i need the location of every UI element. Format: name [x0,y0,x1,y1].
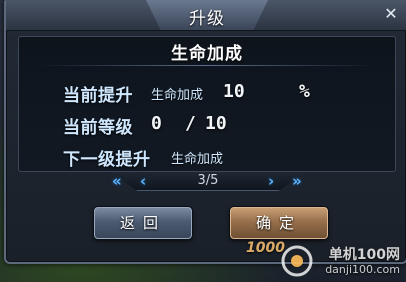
confirm-button[interactable]: 确定 [230,207,328,239]
level-separator: / [185,113,196,134]
current-boost-value: 10 [223,81,245,102]
next-boost-stat: 生命加成 [171,152,224,167]
max-level-value: 10 [205,113,227,134]
back-button[interactable]: 返回 [94,207,192,239]
double-chevron-left-icon[interactable]: « [112,172,122,190]
chevron-right-icon[interactable]: › [268,172,274,190]
watermark-brand: 单机100网 [328,247,400,263]
dialog-title: 升级 [189,9,225,29]
chevron-left-icon[interactable]: ‹ [140,172,146,190]
current-boost-unit: % [299,81,310,102]
close-icon[interactable]: ✕ [382,5,400,23]
upgrade-dialog: 升级 ✕ 生命加成 当前提升 生命加成 10 % 当前等级 0 / 10 下一级… [4,0,406,264]
panel-title: 生命加成 [171,44,243,64]
current-level-label: 当前等级 [63,118,133,138]
page-indicator: 3/5 [197,173,219,188]
info-panel: 生命加成 当前提升 生命加成 10 % 当前等级 0 / 10 下一级提升 生命… [18,36,396,172]
panel-divider [39,65,375,66]
current-boost-stat: 生命加成 [151,88,204,103]
current-level-value: 0 [151,113,162,134]
game-scene: 升级 ✕ 生命加成 当前提升 生命加成 10 % 当前等级 0 / 10 下一级… [0,0,406,282]
watermark-url: danji100.com [325,263,400,276]
watermark-logo-icon [281,245,313,277]
double-chevron-right-icon[interactable]: » [292,172,302,190]
page-navigator: « ‹ 3/5 › » [110,172,306,192]
current-boost-label: 当前提升 [63,86,133,106]
next-boost-label: 下一级提升 [63,150,151,170]
